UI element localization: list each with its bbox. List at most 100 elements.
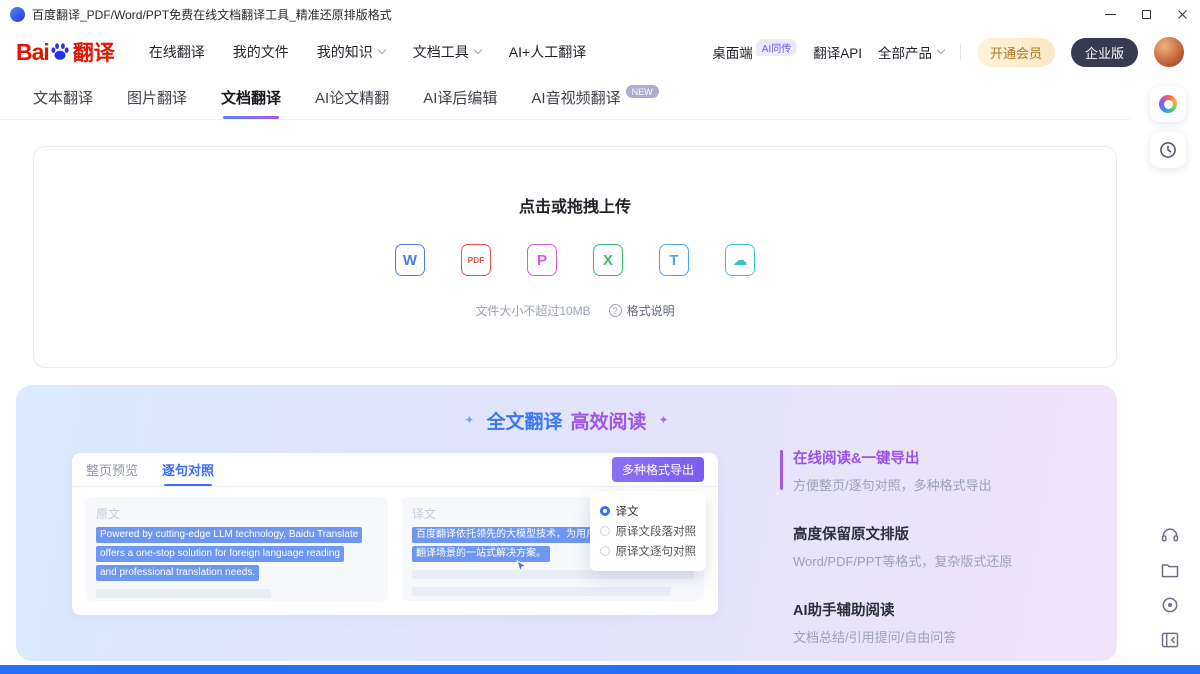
tab-label: 图片翻译 [127, 87, 187, 108]
ppt-file-icon: P [527, 244, 557, 276]
nav-label: 我的文件 [233, 42, 289, 62]
app-icon [10, 7, 25, 22]
tab-document-translate[interactable]: 文档翻译 [221, 76, 281, 119]
format-help-label: 格式说明 [627, 302, 675, 319]
ai-assistant-icon [1159, 95, 1177, 113]
maximize-icon [1142, 10, 1151, 19]
window-controls [1092, 0, 1200, 28]
upload-hint-row: 文件大小不超过10MB ? 格式说明 [475, 302, 674, 319]
chevron-down-icon [937, 46, 945, 54]
ai-assistant-button[interactable] [1150, 86, 1186, 122]
feature-desc: 方便整页/逐句对照，多种格式导出 [793, 475, 1012, 494]
feature-desc: 文档总结/引用提问/自由问答 [793, 627, 1012, 646]
feature-layout-preservation[interactable]: 高度保留原文排版 Word/PDF/PPT等格式，复杂版式还原 [780, 523, 1012, 570]
document-preview-card: 整页预览 逐句对照 多种格式导出 原文 Powered by cutting-e… [72, 453, 718, 615]
highlighted-source-line: and professional translation needs. [96, 565, 259, 581]
translate-mode-tabs: 文本翻译 图片翻译 文档翻译 AI论文精翻 AI译后编辑 AI音视频翻译 NEW [0, 76, 1130, 120]
question-icon: ? [609, 304, 622, 317]
maximize-button[interactable] [1128, 0, 1164, 28]
nav-label: 在线翻译 [149, 42, 205, 62]
products-label: 全部产品 [878, 42, 932, 62]
folder-icon [1160, 560, 1180, 580]
collapse-sidebar-icon [1160, 630, 1180, 650]
highlighted-source-line: offers a one-stop solution for foreign l… [96, 546, 344, 562]
format-help-link[interactable]: ? 格式说明 [609, 302, 675, 319]
close-button[interactable] [1164, 0, 1200, 28]
history-button[interactable] [1150, 132, 1186, 168]
nav-online-translate[interactable]: 在线翻译 [149, 42, 205, 62]
export-formats-button[interactable]: 多种格式导出 [612, 457, 704, 482]
main-nav: 在线翻译 我的文件 我的知识 文档工具 AI+人工翻译 [149, 42, 586, 62]
tab-label: 文本翻译 [33, 87, 93, 108]
promo-section: ✦全文翻译高效阅读✦ 整页预览 逐句对照 多种格式导出 原文 Powered b… [16, 385, 1117, 661]
desktop-client-link[interactable]: 桌面端 AI同传 [712, 42, 797, 62]
highlighted-target-line: 百度翻译依托领先的大模型技术，为用户 [412, 527, 600, 543]
header-right: 桌面端 AI同传 翻译API 全部产品 开通会员 企业版 [712, 37, 1184, 67]
upload-dropzone[interactable]: 点击或拖拽上传 W PDF P X T ☁ 文件大小不超过10MB ? 格式说明 [33, 146, 1117, 368]
tab-full-page-preview[interactable]: 整页预览 [86, 453, 138, 486]
txt-file-icon: T [659, 244, 689, 276]
dropdown-option-paragraph-compare[interactable]: 原译文段落对照 [600, 523, 697, 539]
user-avatar[interactable] [1154, 37, 1184, 67]
file-size-hint: 文件大小不超过10MB [475, 302, 590, 319]
tab-ai-post-edit[interactable]: AI译后编辑 [423, 76, 497, 119]
feature-list: 在线阅读&一键导出 方便整页/逐句对照，多种格式导出 高度保留原文排版 Word… [780, 447, 1012, 674]
radio-selected-icon [600, 506, 610, 516]
tab-text-translate[interactable]: 文本翻译 [33, 76, 93, 119]
open-vip-button[interactable]: 开通会员 [977, 38, 1055, 67]
tab-ai-paper-translate[interactable]: AI论文精翻 [315, 76, 389, 119]
upload-title: 点击或拖拽上传 [519, 193, 631, 217]
dropdown-option-label: 译文 [616, 503, 639, 519]
feature-title: AI助手辅助阅读 [793, 599, 1012, 620]
new-badge: NEW [626, 85, 659, 98]
enterprise-button[interactable]: 企业版 [1071, 38, 1138, 67]
nav-label: 文档工具 [413, 42, 469, 62]
right-rail-bottom [1160, 525, 1180, 650]
sparkle-icon: ✦ [659, 413, 669, 427]
dropdown-option-sentence-compare[interactable]: 原译文逐句对照 [600, 543, 697, 559]
chevron-down-icon [474, 46, 482, 54]
cloud-file-icon: ☁ [725, 244, 755, 276]
nav-my-knowledge[interactable]: 我的知识 [317, 42, 385, 62]
collapse-panel-button[interactable] [1160, 630, 1180, 650]
feature-ai-assistant-reading[interactable]: AI助手辅助阅读 文档总结/引用提问/自由问答 [780, 599, 1012, 646]
customer-support-button[interactable] [1160, 525, 1180, 545]
highlighted-target-line: 翻译场景的一站式解决方案。 [412, 546, 550, 562]
nav-doc-tools[interactable]: 文档工具 [413, 42, 481, 62]
translate-api-link[interactable]: 翻译API [813, 42, 862, 62]
preview-header: 整页预览 逐句对照 多种格式导出 [72, 453, 718, 487]
text-placeholder [412, 570, 694, 579]
desktop-client-label: 桌面端 [712, 42, 753, 62]
tab-sentence-compare[interactable]: 逐句对照 [162, 453, 214, 486]
my-files-button[interactable] [1160, 560, 1180, 580]
right-rail-top [1150, 86, 1186, 168]
dropdown-option-target-only[interactable]: 译文 [600, 503, 697, 519]
feedback-button[interactable] [1160, 595, 1180, 615]
titlebar: 百度翻译_PDF/Word/PPT免费在线文档翻译工具_精准还原排版格式 [0, 0, 1200, 28]
tab-ai-av-translate[interactable]: AI音视频翻译 NEW [531, 76, 658, 119]
all-products-menu[interactable]: 全部产品 [878, 42, 944, 62]
minimize-button[interactable] [1092, 0, 1128, 28]
header: Bai 翻译 在线翻译 我的文件 我的知识 文档工具 AI+人工翻译 桌面端 A… [0, 28, 1200, 76]
baidu-translate-logo[interactable]: Bai 翻译 [16, 37, 115, 67]
nav-my-files[interactable]: 我的文件 [233, 42, 289, 62]
logo-text-fanyi: 翻译 [73, 37, 115, 67]
dropdown-option-label: 原译文逐句对照 [616, 543, 697, 559]
ai-simultaneous-badge: AI同传 [756, 39, 797, 56]
tab-image-translate[interactable]: 图片翻译 [127, 76, 187, 119]
file-type-icons: W PDF P X T ☁ [395, 244, 755, 276]
api-label: 翻译API [813, 42, 862, 62]
text-placeholder [412, 587, 671, 596]
window-title: 百度翻译_PDF/Word/PPT免费在线文档翻译工具_精准还原排版格式 [32, 6, 392, 23]
tab-label: AI论文精翻 [315, 87, 389, 108]
tab-label: AI译后编辑 [423, 87, 497, 108]
baidu-paw-icon [49, 41, 71, 63]
promo-title-purple: 高效阅读 [571, 412, 647, 433]
feature-title: 在线阅读&一键导出 [793, 447, 1012, 468]
nav-label: 我的知识 [317, 42, 373, 62]
nav-ai-human-translate[interactable]: AI+人工翻译 [509, 42, 586, 62]
feature-online-reading-export[interactable]: 在线阅读&一键导出 方便整页/逐句对照，多种格式导出 [780, 447, 1012, 494]
promo-title-blue: 全文翻译 [486, 412, 562, 433]
chevron-down-icon [378, 46, 386, 54]
minimize-icon [1105, 14, 1116, 15]
